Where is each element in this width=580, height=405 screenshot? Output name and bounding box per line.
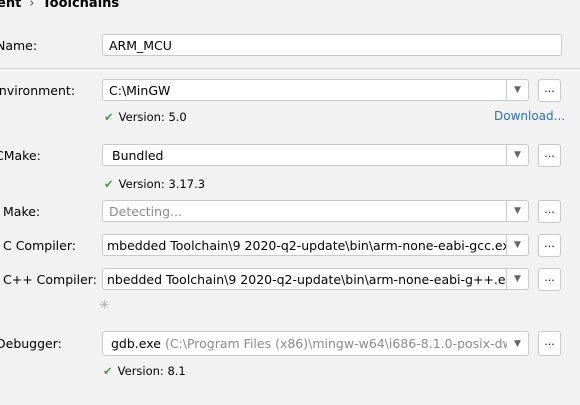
cmake-browse-button[interactable]: ... (538, 144, 561, 167)
version-text: Version: 8.1 (117, 364, 186, 378)
environment-version: ✔ Version: 5.0 (104, 110, 187, 124)
name-value: ARM_MCU (109, 37, 172, 53)
environment-browse-button[interactable]: ... (538, 79, 561, 102)
divider (0, 68, 580, 69)
version-text: Version: 3.17.3 (118, 177, 206, 191)
cmake-version: ✔ Version: 3.17.3 (104, 177, 205, 191)
check-icon: ✔ (103, 364, 113, 378)
breadcrumb-current: Toolchains (42, 0, 120, 11)
cpp-compiler-combo[interactable]: nbedded Toolchain\9 2020-q2-update\bin\a… (102, 268, 529, 290)
make-placeholder: Detecting... (109, 203, 182, 219)
version-text: Version: 5.0 (118, 110, 187, 124)
chevron-down-icon[interactable]: ▼ (506, 269, 528, 289)
chevron-down-icon[interactable]: ▼ (506, 80, 528, 100)
debugger-label: Debugger: (0, 336, 62, 351)
environment-label: Environment: (0, 83, 76, 98)
name-label: Name: (0, 38, 38, 53)
make-combo[interactable]: Detecting... ▼ (102, 200, 529, 222)
cpp-compiler-browse-button[interactable]: ... (538, 268, 561, 291)
make-label: Make: (3, 204, 41, 219)
check-icon: ✔ (104, 110, 114, 124)
check-icon: ✔ (104, 177, 114, 191)
debugger-browse-button[interactable]: ... (538, 331, 561, 356)
breadcrumb: ent › Toolchains (0, 0, 119, 11)
cmake-combo[interactable]: Bundled ▼ (102, 144, 529, 166)
debugger-path: (C:\Program Files (x86)\mingw-w64\i686-8… (164, 336, 507, 351)
chevron-down-icon[interactable]: ▼ (507, 332, 528, 355)
name-input[interactable]: ARM_MCU (102, 34, 562, 56)
cpp-compiler-label: C++ Compiler: (3, 272, 97, 287)
c-compiler-value: mbedded Toolchain\9 2020-q2-update\bin\a… (107, 237, 506, 253)
c-compiler-combo[interactable]: mbedded Toolchain\9 2020-q2-update\bin\a… (102, 234, 529, 256)
environment-combo[interactable]: C:\MinGW ▼ (102, 79, 529, 101)
chevron-down-icon[interactable]: ▼ (506, 145, 528, 165)
chevron-right-icon: › (29, 0, 35, 11)
cmake-value: Bundled (112, 147, 164, 163)
download-link[interactable]: Download... (494, 109, 565, 123)
chevron-down-icon[interactable]: ▼ (506, 235, 528, 255)
chevron-down-icon[interactable]: ▼ (506, 201, 528, 221)
make-browse-button[interactable]: ... (538, 200, 561, 223)
cmake-label: CMake: (0, 148, 41, 163)
loading-spinner-icon: ✳ (99, 298, 110, 313)
c-compiler-label: C Compiler: (3, 238, 76, 253)
cpp-compiler-value: nbedded Toolchain\9 2020-q2-update\bin\a… (107, 271, 506, 287)
environment-value: C:\MinGW (109, 82, 171, 98)
c-compiler-browse-button[interactable]: ... (538, 234, 561, 257)
debugger-combo[interactable]: gdb.exe (C:\Program Files (x86)\mingw-w6… (102, 331, 529, 356)
breadcrumb-parent[interactable]: ent (0, 0, 21, 11)
debugger-version: ✔ Version: 8.1 (103, 364, 186, 378)
debugger-value: gdb.exe (111, 336, 161, 351)
